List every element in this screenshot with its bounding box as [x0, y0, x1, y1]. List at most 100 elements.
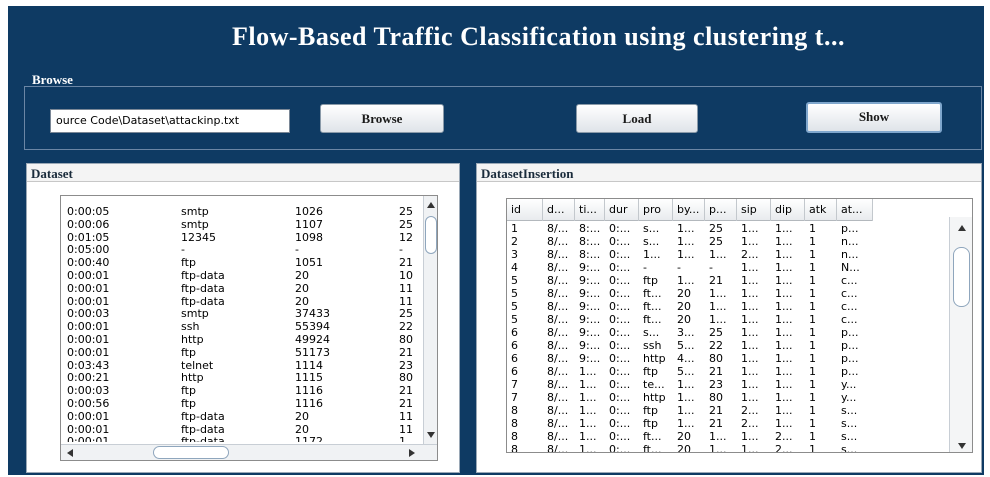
port-cell: 20 [295, 423, 309, 436]
dataset-vertical-scrollbar[interactable] [423, 196, 437, 444]
table-cell: 1... [579, 430, 597, 443]
list-item[interactable]: 0:05:00 - - - [67, 244, 425, 257]
table-cell: 1 [809, 235, 816, 248]
table-cell: 8/... [547, 274, 569, 287]
table-row[interactable]: 6 8/... 9:... 0:... ssh 5... 22 1... 1... 1 p... [507, 339, 947, 352]
table-cell: y... [841, 378, 857, 391]
load-button[interactable]: Load [576, 104, 698, 133]
table-row[interactable]: 6 8/... 9:... 0:... http 4... 80 1... 1... 1 p... [507, 352, 947, 365]
table-cell: 1... [741, 430, 759, 443]
column-header[interactable]: sip [737, 199, 771, 221]
table-row[interactable]: 1 8/... 8:... 0:... s... 1... 25 1... 1... 1 p... [507, 222, 947, 235]
table-cell: 1... [775, 248, 793, 261]
list-item[interactable]: 0:00:56 ftp 1116 21 [67, 398, 425, 411]
column-header[interactable]: id [507, 199, 543, 221]
list-item[interactable]: 0:00:03 smtp 37433 25 [67, 308, 425, 321]
table-row[interactable]: 5 8/... 9:... 0:... ft... 20 1... 1... 1... 1 c... [507, 300, 947, 313]
list-item[interactable]: 0:00:06 smtp 1107 25 [67, 219, 425, 232]
table-cell: ft... [643, 313, 662, 326]
table-vertical-scrollbar[interactable] [949, 217, 972, 452]
list-item[interactable]: 0:03:43 telnet 1114 23 [67, 360, 425, 373]
table-row[interactable]: 8 8/... 1... 0:... ftp 1... 21 2... 1... 1 s... [507, 404, 947, 417]
table-cell: 2 [511, 235, 518, 248]
table-row[interactable]: 3 8/... 8:... 0:... 1... 1... 1... 2... 1... 1 n..… [507, 248, 947, 261]
column-header[interactable]: ti... [575, 199, 605, 221]
file-path-field[interactable]: ource Code\Dataset\attackinp.txt [50, 109, 290, 133]
table-cell: 0:... [609, 326, 631, 339]
table-scroll-up-icon[interactable] [958, 225, 966, 231]
table-cell: 5... [677, 339, 695, 352]
dataset-horizontal-thumb[interactable] [153, 446, 229, 459]
list-item[interactable]: 0:00:01 ftp-data 20 11 [67, 296, 425, 309]
port-cell: 1116 [295, 385, 323, 398]
table-cell: 2... [741, 404, 759, 417]
list-item[interactable]: 0:00:01 ftp-data 20 11 [67, 411, 425, 424]
column-header[interactable]: atk [805, 199, 837, 221]
table-cell: 0:... [609, 313, 631, 326]
table-cell: ftp [643, 404, 658, 417]
table-vertical-thumb[interactable] [953, 247, 970, 307]
value-cell: 10 [399, 269, 413, 282]
column-header[interactable]: by... [673, 199, 705, 221]
list-item[interactable]: 0:01:05 12345 1098 12 [67, 232, 425, 245]
list-item[interactable]: 0:00:03 ftp 1116 21 [67, 385, 425, 398]
table-scroll-down-icon[interactable] [958, 443, 966, 449]
table-row[interactable]: 8 8/... 1... 0:... ft... 20 1... 1... 2... 1 s... [507, 443, 947, 452]
list-item[interactable]: 0:00:05 smtp 1026 25 [67, 206, 425, 219]
list-item[interactable]: 0:00:40 ftp 1051 21 [67, 257, 425, 270]
table-row[interactable]: 8 8/... 1... 0:... ftp 1... 21 2... 1... 1 s... [507, 417, 947, 430]
table-cell: 1 [809, 313, 816, 326]
list-item[interactable]: 0:00:01 ftp 51173 21 [67, 347, 425, 360]
table-cell: s... [841, 430, 858, 443]
table-row[interactable]: 5 8/... 9:... 0:... ftp 1... 21 1... 1... 1 c... [507, 274, 947, 287]
table-row[interactable]: 6 8/... 1... 0:... ftp 5... 21 1... 1... 1 p... [507, 365, 947, 378]
list-item[interactable]: 0:00:01 ftp-data 20 11 [67, 424, 425, 437]
table-row[interactable]: 6 8/... 9:... 0:... s... 3... 25 1... 1... 1 p... [507, 326, 947, 339]
column-header[interactable]: dur [605, 199, 639, 221]
show-button[interactable]: Show [806, 102, 942, 133]
table-row[interactable]: 5 8/... 9:... 0:... ft... 20 1... 1... 1... 1 c... [507, 287, 947, 300]
column-header[interactable]: pro [639, 199, 673, 221]
value-cell: 1 [399, 436, 425, 442]
table-row[interactable]: 5 8/... 9:... 0:... ft... 20 1... 1... 1... 1 c... [507, 313, 947, 326]
port-cell: 1172 [295, 436, 395, 442]
column-header[interactable]: at... [837, 199, 873, 221]
table-cell: 1... [579, 391, 597, 404]
table-cell: ft... [643, 430, 662, 443]
table-cell: 2... [775, 430, 793, 443]
table-cell: c... [841, 313, 858, 326]
list-item[interactable]: 0:00:01 ssh 55394 22 [67, 321, 425, 334]
table-cell: 1 [809, 339, 816, 352]
table-cell: 6 [511, 365, 518, 378]
column-header[interactable]: dip [771, 199, 805, 221]
table-row[interactable]: 7 8/... 1... 0:... te... 1... 23 1... 1... 1 y... [507, 378, 947, 391]
scroll-right-icon[interactable] [409, 449, 415, 457]
list-item[interactable]: 0:00:01 ftp-data 1172 1 [67, 436, 425, 442]
value-cell: 22 [399, 321, 413, 334]
dataset-insertion-table[interactable]: id d... ti... dur pro by... p... sip dip atk at...… [506, 198, 973, 453]
list-item[interactable]: 0:00:01 ftp-data 20 11 [67, 283, 425, 296]
scroll-up-icon[interactable] [427, 202, 435, 208]
dataset-horizontal-scrollbar[interactable] [61, 444, 437, 460]
table-row[interactable]: 2 8/... 8:... 0:... s... 1... 25 1... 1... 1 n... [507, 235, 947, 248]
table-cell: N... [841, 261, 860, 274]
table-row[interactable]: 7 8/... 1... 0:... http 1... 80 1... 1... 1 y... [507, 391, 947, 404]
list-item[interactable]: 0:00:01 ftp-data 20 10 [67, 270, 425, 283]
scroll-left-icon[interactable] [67, 449, 73, 457]
dataset-list[interactable]: 0:00:05 smtp 1026 25 0:00:06 smtp 1107 25 0:01:0… [60, 195, 438, 461]
scroll-down-icon[interactable] [427, 432, 435, 438]
dataset-vertical-thumb[interactable] [425, 216, 437, 254]
table-row[interactable]: 4 8/... 9:... 0:... - - -1... 1... 1 N... [507, 261, 947, 274]
column-header[interactable]: d... [543, 199, 575, 221]
table-cell: 1 [809, 326, 816, 339]
list-item[interactable]: 0:00:21 http 1115 80 [67, 372, 425, 385]
list-item[interactable]: 0:00:01 http 49924 80 [67, 334, 425, 347]
value-cell: 25 [399, 308, 413, 321]
browse-button[interactable]: Browse [320, 104, 444, 133]
column-header[interactable]: p... [705, 199, 737, 221]
table-cell: 1 [809, 417, 816, 430]
table-row[interactable]: 8 8/... 1... 0:... ft... 20 1... 1... 2... 1 s... [507, 430, 947, 443]
duration-cell: 0:00:05 [67, 206, 110, 218]
table-cell: 1... [775, 235, 793, 248]
table-cell: 9:... [579, 274, 601, 287]
